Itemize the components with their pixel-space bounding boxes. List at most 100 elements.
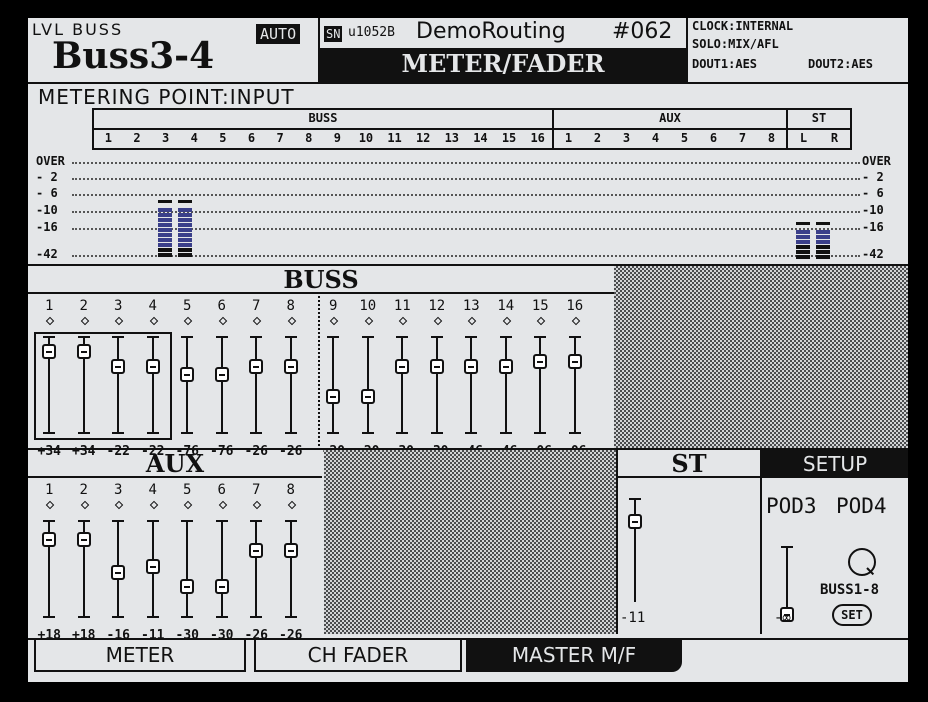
fader-cap-bot	[250, 616, 263, 618]
fader-knob-3[interactable]	[111, 565, 126, 581]
fader-cap-bot	[361, 432, 374, 434]
meter-aux-ch-2: 2	[593, 131, 602, 145]
fader-diamond	[253, 316, 262, 326]
fader-cap-top	[534, 336, 547, 338]
meter-segment	[178, 253, 192, 257]
meter-segment	[816, 235, 830, 239]
meter-peak-hold	[178, 200, 192, 203]
tab-meter[interactable]: METER	[34, 640, 246, 672]
fader-knob-11[interactable]	[395, 358, 410, 374]
fader-track	[186, 336, 189, 432]
meter-segment	[816, 245, 830, 249]
fader-diamond	[253, 500, 262, 510]
fader-ch-label-6: 6	[217, 482, 226, 498]
lcd-screen: LVL BUSS Buss3-4 AUTO SN u1052B DemoRout…	[28, 18, 908, 682]
fader-cap-top	[146, 520, 159, 522]
fader-track	[186, 520, 189, 616]
fader-knob-6[interactable]	[214, 579, 229, 595]
tab-ch-fader[interactable]: CH FADER	[254, 640, 462, 672]
st-fader-knob[interactable]	[628, 514, 642, 530]
fader-ch-label-6: 6	[217, 298, 226, 314]
meter-peak-hold	[816, 222, 830, 225]
fader-cap-top	[465, 336, 478, 338]
meter-buss-ch-5: 5	[219, 131, 227, 145]
dout2-status: DOUT2:AES	[808, 57, 874, 71]
fader-knob-7[interactable]	[249, 358, 264, 374]
fader-track	[504, 336, 507, 432]
meter-segment	[796, 230, 810, 234]
fader-cap-bot	[396, 432, 409, 434]
metering-point-label[interactable]: METERING POINT:INPUT	[38, 86, 295, 108]
fader-knob-13[interactable]	[464, 358, 479, 374]
fader-knob-12[interactable]	[429, 358, 444, 374]
fader-cap-bot	[181, 616, 194, 618]
meter-aux-ch-4: 4	[651, 131, 660, 145]
tab-master-mf[interactable]: MASTER M/F	[466, 640, 682, 672]
meter-buss-ch-14: 14	[473, 131, 488, 145]
meter-buss-ch-1: 1	[104, 131, 112, 145]
fader-ch-label-10: 10	[359, 298, 377, 314]
fader-cap-bot	[284, 616, 297, 618]
meter-st-ch-L: L	[799, 131, 808, 145]
pod4-knob-icon[interactable]	[848, 548, 876, 576]
fader-knob-10[interactable]	[360, 389, 375, 405]
fader-ch-label-12: 12	[428, 298, 446, 314]
meter-segment	[158, 243, 172, 247]
fader-cap-bot	[77, 616, 90, 618]
meter-segment	[158, 233, 172, 237]
fader-diamond	[399, 316, 408, 326]
buss-name: Buss3-4	[52, 35, 215, 77]
fader-cap-top	[181, 336, 194, 338]
fader-diamond	[287, 316, 296, 326]
set-button[interactable]: SET	[832, 604, 872, 626]
fader-knob-16[interactable]	[567, 354, 582, 370]
fader-track	[573, 336, 576, 432]
meter-scale-right: OVER	[862, 154, 891, 168]
fader-knob-4[interactable]	[145, 559, 160, 575]
fader-cap-top	[499, 336, 512, 338]
fader-knob-5[interactable]	[180, 367, 195, 383]
fader-ch-label-9: 9	[329, 298, 338, 314]
buss-section: BUSS 1+342+343-224-225-766-767-268-269-2…	[28, 266, 614, 459]
meter-buss-ch-16: 16	[530, 131, 545, 145]
fader-track	[470, 336, 473, 432]
fader-ch-label-3: 3	[114, 298, 123, 314]
fader-knob-1[interactable]	[42, 532, 57, 548]
fader-cap-top	[284, 336, 297, 338]
meter-segment	[178, 218, 192, 222]
st-section-title: ST	[618, 450, 760, 478]
fader-track	[401, 336, 404, 432]
fader-diamond	[287, 500, 296, 510]
fader-cap-bot	[250, 432, 263, 434]
fader-cap-bot	[534, 432, 547, 434]
st-value: -11	[620, 610, 646, 626]
fader-cap-bot	[465, 432, 478, 434]
fader-knob-7[interactable]	[249, 542, 264, 558]
fader-cap-bot	[215, 432, 228, 434]
scene-name: DemoRouting	[416, 19, 566, 44]
meter-aux-ch-6: 6	[709, 131, 718, 145]
fader-track	[539, 336, 542, 432]
meter-group-st: ST	[811, 111, 827, 125]
fader-knob-8[interactable]	[283, 358, 298, 374]
fader-knob-15[interactable]	[533, 354, 548, 370]
meter-aux-ch-5: 5	[680, 131, 689, 145]
meter-peak-hold	[796, 222, 810, 225]
fader-knob-8[interactable]	[283, 542, 298, 558]
fader-knob-6[interactable]	[214, 367, 229, 383]
fader-ch-label-4: 4	[148, 482, 157, 498]
fader-knob-9[interactable]	[326, 389, 341, 405]
fader-diamond	[46, 316, 55, 326]
fader-knob-2[interactable]	[76, 532, 91, 548]
meter-peak-hold	[158, 200, 172, 203]
fader-knob-5[interactable]	[180, 579, 195, 595]
meter-channel-header: BUSS AUX ST 1 2 3 4 5 6 7 8 9 10 11 12 13 14 15 16 1 2 3 4 5…	[92, 108, 852, 150]
fader-cap-bot	[43, 616, 56, 618]
meter-scale-line	[72, 162, 860, 164]
setup-section: SETUP POD3 POD4 -∞ BUSS1-8 SET	[762, 450, 908, 634]
dout1-status: DOUT1:AES	[692, 57, 758, 71]
meter-st-ch-R: R	[830, 131, 839, 145]
fader-knob-14[interactable]	[498, 358, 513, 374]
meter-scale-right: -42	[862, 247, 884, 261]
meter-segment	[796, 235, 810, 239]
